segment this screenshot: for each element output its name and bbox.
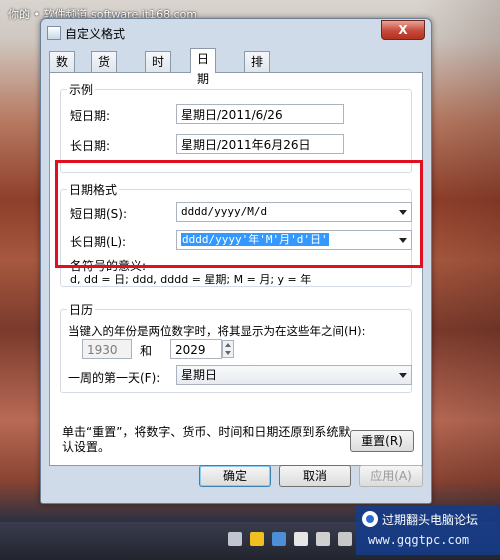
short-date-format-combo[interactable]: dddd/yyyy/M/d	[176, 202, 412, 222]
examples-group-title: 示例	[67, 81, 96, 98]
and-label: 和	[140, 344, 153, 358]
tab-date[interactable]: 日期	[190, 48, 217, 86]
first-day-label: 一周的第一天(F):	[68, 371, 161, 385]
title-bar[interactable]: 自定义格式 X	[41, 19, 431, 45]
year-spinner[interactable]	[222, 340, 234, 358]
window-title: 自定义格式	[65, 27, 126, 41]
two-digit-year-label: 当键入的年份是两位数字时，将其显示为在这些年之间(H):	[68, 324, 366, 338]
volume-icon[interactable]	[338, 532, 352, 546]
example-short-label: 短日期:	[70, 109, 111, 123]
chevron-down-icon[interactable]	[399, 238, 407, 243]
window-icon	[47, 26, 61, 40]
custom-format-dialog: 自定义格式 X 数字 货币 时间 日期 排序 示例 短日期: 星期日/2011/…	[40, 18, 432, 504]
long-date-label: 长日期(L):	[70, 235, 127, 249]
network-icon[interactable]	[316, 532, 330, 546]
example-long-value: 星期日/2011年6月26日	[176, 134, 344, 154]
forum-watermark: 过期翻头电脑论坛 www.gqgtpc.com	[356, 505, 500, 555]
example-long-label: 长日期:	[70, 139, 111, 153]
close-button[interactable]: X	[381, 20, 425, 40]
forum-logo-icon	[362, 511, 378, 527]
tab-number[interactable]: 数字	[49, 51, 76, 89]
reset-button[interactable]: 重置(R)	[350, 430, 414, 452]
tab-currency[interactable]: 货币	[91, 51, 118, 89]
year-from-field: 1930	[82, 339, 132, 359]
date-format-group-title: 日期格式	[67, 181, 120, 198]
tab-time[interactable]: 时间	[145, 51, 172, 89]
forum-watermark-title: 过期翻头电脑论坛	[382, 513, 479, 527]
date-tab-panel: 示例 短日期: 星期日/2011/6/26 长日期: 星期日/2011年6月26…	[49, 72, 423, 466]
first-day-value: 星期日	[181, 368, 218, 382]
long-date-format-value[interactable]: dddd/yyyy'年'M'月'd'日'	[181, 233, 329, 246]
forum-watermark-url: www.gqgtpc.com	[368, 533, 470, 547]
apply-button[interactable]: 应用(A)	[359, 465, 423, 487]
ok-button[interactable]: 确定	[199, 465, 271, 487]
reset-description: 单击“重置”，将数字、货币、时间和日期还原到系统默认设置。	[62, 425, 351, 454]
chevron-down-icon[interactable]	[399, 210, 407, 215]
tab-sort[interactable]: 排序	[244, 51, 271, 89]
cancel-button[interactable]: 取消	[279, 465, 351, 487]
year-to-field[interactable]: 2029	[170, 339, 222, 359]
shield-icon[interactable]	[272, 532, 286, 546]
first-day-combo[interactable]: 星期日	[176, 365, 412, 385]
calendar-group-title: 日历	[67, 301, 96, 318]
short-date-format-value: dddd/yyyy/M/d	[181, 205, 268, 218]
flag-icon[interactable]	[294, 532, 308, 546]
examples-group: 示例	[60, 81, 412, 173]
keyboard-icon[interactable]	[228, 532, 242, 546]
example-short-value: 星期日/2011/6/26	[176, 104, 344, 124]
short-date-label: 短日期(S):	[70, 207, 128, 221]
qq-icon[interactable]	[250, 532, 264, 546]
symbol-legend-text: d, dd = 日; ddd, dddd = 星期; M = 月; y = 年	[70, 273, 312, 286]
long-date-format-combo[interactable]: dddd/yyyy'年'M'月'd'日'	[176, 230, 412, 250]
chevron-down-icon[interactable]	[399, 373, 407, 378]
